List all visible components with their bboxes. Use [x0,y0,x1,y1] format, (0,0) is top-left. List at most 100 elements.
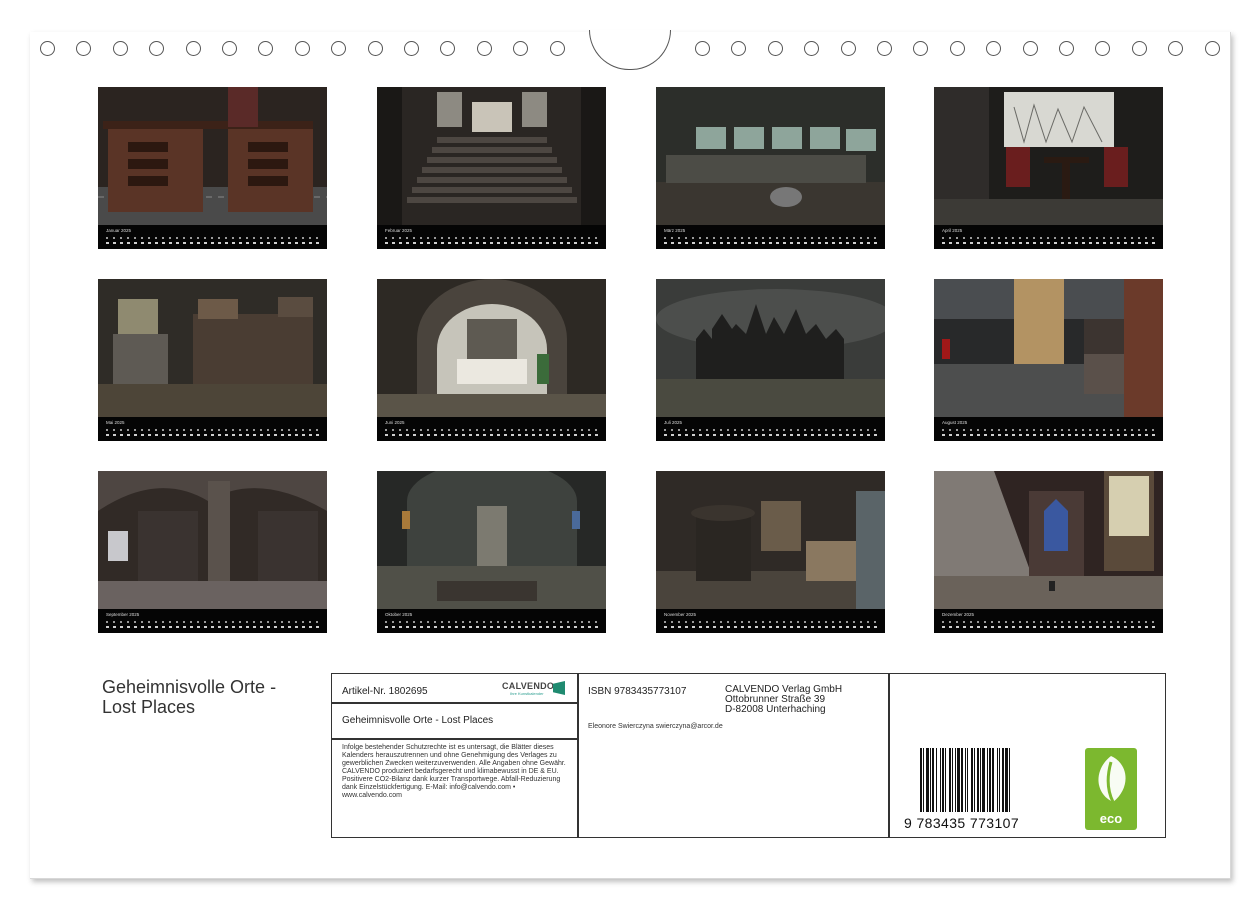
month-photo [98,471,327,609]
month-photo [377,279,606,417]
month-label: April 2025 [942,228,963,233]
month-photo [934,87,1163,225]
month-day-strip [106,236,321,246]
barcode-bar [940,748,941,812]
month-photo [656,87,885,225]
binding-ring [1022,41,1038,56]
divider [888,674,890,837]
binding-ring [222,41,237,56]
month-thumbnail: August 2025 [934,279,1163,441]
barcode-bar [989,748,991,812]
binding-ring [404,41,419,56]
month-thumbnail: Dezember 2025 [934,471,1163,633]
barcode-bar [957,748,960,812]
binding-ring [877,41,892,56]
month-photo [934,471,1163,609]
barcode-bar [980,748,981,812]
binding-ring [767,41,783,56]
eco-badge: eco [1085,748,1137,830]
barcode-bar [1009,748,1010,812]
binding-ring [1131,41,1147,56]
divider [332,702,578,704]
month-thumbnail: April 2025 [934,87,1163,249]
month-thumbnail: September 2025 [98,471,327,633]
binding-ring [549,41,565,56]
month-day-strip [664,620,879,630]
month-label: Januar 2025 [106,228,132,233]
calendar-title: Geheimnisvolle Orte - Lost Places [102,677,322,717]
binding-ring [294,41,310,56]
month-photo [98,87,327,225]
barcode [920,748,1010,812]
barcode-bar [923,748,924,812]
barcode-bar [965,748,966,812]
binding-ring [840,41,856,56]
month-day-strip [385,428,600,438]
barcode-bar [955,748,956,812]
month-photo [656,279,885,417]
month-day-strip [106,428,321,438]
month-day-strip [942,236,1157,246]
calvendo-logo-icon [553,681,565,695]
month-thumbnail: Februar 2025 [377,87,606,249]
month-day-strip [385,620,600,630]
barcode-bar [999,748,1000,812]
month-photo [98,279,327,417]
publisher-address: CALVENDO Verlag GmbH Ottobrunner Straße … [725,685,842,715]
divider [332,738,578,740]
month-label: Februar 2025 [385,228,413,233]
publisher-city: D-82008 Unterhaching [725,704,826,715]
isbn: ISBN 9783435773107 [588,686,687,697]
legal-text: Infolge bestehender Schutzrechte ist es … [342,744,566,799]
barcode-bar [936,748,937,812]
binding-ring [949,41,965,56]
month-photo [656,471,885,609]
month-thumbnail: Oktober 2025 [377,471,606,633]
barcode-bar [945,748,946,812]
barcode-digits: 9 783435 773107 [904,815,1019,831]
month-thumbnail: Juli 2025 [656,279,885,441]
binding-ring [1059,41,1074,56]
month-label: Juni 2025 [385,420,405,425]
binding-ring [185,41,201,56]
barcode-bar [930,748,931,812]
barcode-bar [987,748,988,812]
month-thumbnail: März 2025 [656,87,885,249]
binding-ring [695,41,710,56]
barcode-bar [992,748,994,812]
calvendo-logo: CALVENDO [502,681,555,691]
barcode-bar [1002,748,1004,812]
barcode-bar [974,748,975,812]
barcode-bar [997,748,998,812]
month-label: Dezember 2025 [942,612,975,617]
month-photo [377,471,606,609]
month-label: August 2025 [942,420,968,425]
barcode-bar [967,748,968,812]
article-number: Artikel-Nr. 1802695 [342,686,428,697]
month-label: Mai 2025 [106,420,125,425]
binding-ring [367,41,383,56]
calvendo-tagline: Ihre Kunstkalender [510,691,544,696]
month-day-strip [942,428,1157,438]
month-label: Juli 2025 [664,420,683,425]
month-label: September 2025 [106,612,140,617]
binding-ring [476,41,492,56]
barcode-bar [926,748,929,812]
month-label: Oktober 2025 [385,612,413,617]
month-thumbnail: Januar 2025 [98,87,327,249]
barcode-bar [949,748,951,812]
barcode-bar [971,748,973,812]
month-day-strip [664,236,879,246]
binding-ring [1204,41,1220,56]
barcode-bar [932,748,934,812]
barcode-bar [961,748,963,812]
barcode-bar [942,748,944,812]
month-photo [934,279,1163,417]
month-thumbnail: Juni 2025 [377,279,606,441]
month-day-strip [664,428,879,438]
month-thumbnail: November 2025 [656,471,885,633]
barcode-bar [920,748,922,812]
barcode-bar [982,748,985,812]
month-day-strip [106,620,321,630]
month-day-strip [385,236,600,246]
